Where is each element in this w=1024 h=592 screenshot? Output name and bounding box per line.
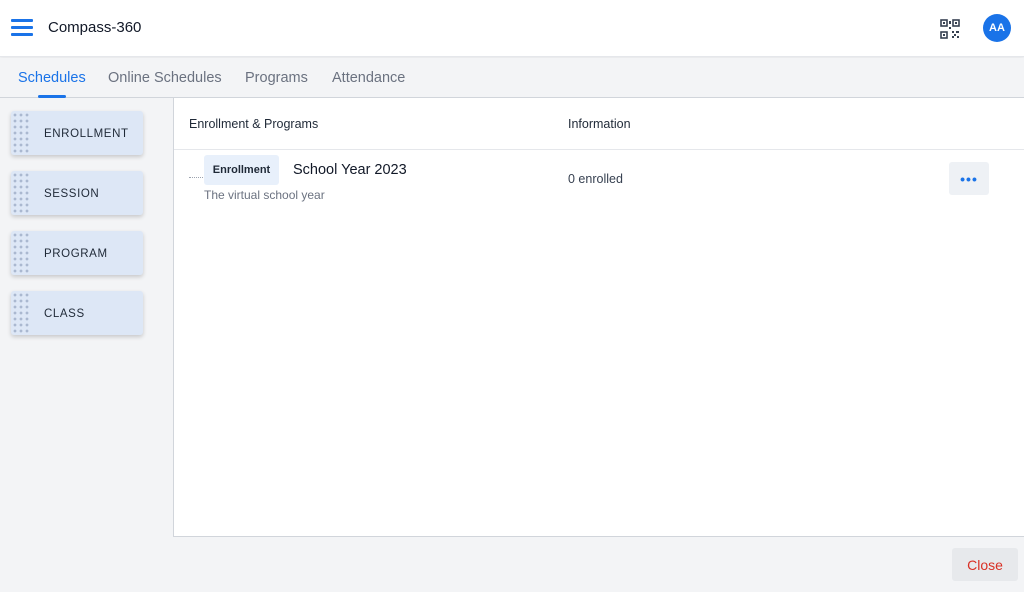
enrollment-title[interactable]: School Year 2023 [293, 162, 407, 178]
enrollment-type-badge: Enrollment [204, 155, 279, 185]
tab-schedules[interactable]: Schedules [18, 70, 86, 86]
tree-connector [189, 177, 205, 178]
sidebar: ENROLLMENT SESSION PROGRAM CLASS [0, 98, 173, 538]
qr-code-icon[interactable] [940, 19, 960, 39]
sidebar-item-label: SESSION [44, 188, 100, 200]
column-header-information: Information [568, 117, 631, 131]
app-bar: Compass-360 AA [0, 0, 1024, 57]
more-options-button[interactable]: ••• [949, 162, 989, 195]
drag-handle-icon[interactable] [11, 291, 31, 335]
tab-online-schedules[interactable]: Online Schedules [108, 70, 222, 86]
sidebar-item-class[interactable]: CLASS [11, 291, 143, 335]
sidebar-item-label: PROGRAM [44, 248, 108, 260]
header-divider [174, 149, 1024, 150]
tab-attendance[interactable]: Attendance [332, 70, 405, 86]
avatar[interactable]: AA [983, 14, 1011, 42]
hamburger-menu-icon[interactable] [11, 19, 33, 37]
sidebar-item-label: ENROLLMENT [44, 128, 129, 140]
sidebar-item-session[interactable]: SESSION [11, 171, 143, 215]
app-title: Compass-360 [48, 19, 142, 36]
enrollment-panel: Enrollment & Programs Information Enroll… [173, 98, 1024, 537]
sidebar-item-program[interactable]: PROGRAM [11, 231, 143, 275]
drag-handle-icon[interactable] [11, 111, 31, 155]
enrollment-description: The virtual school year [204, 188, 325, 202]
sidebar-item-label: CLASS [44, 308, 85, 320]
sidebar-item-enrollment[interactable]: ENROLLMENT [11, 111, 143, 155]
drag-handle-icon[interactable] [11, 231, 31, 275]
column-header-enrollment: Enrollment & Programs [189, 117, 319, 131]
tab-programs[interactable]: Programs [245, 70, 308, 86]
close-button[interactable]: Close [952, 548, 1018, 581]
enrolled-count: 0 enrolled [568, 172, 623, 186]
tab-bar: Schedules Online Schedules Programs Atte… [0, 58, 1024, 98]
drag-handle-icon[interactable] [11, 171, 31, 215]
